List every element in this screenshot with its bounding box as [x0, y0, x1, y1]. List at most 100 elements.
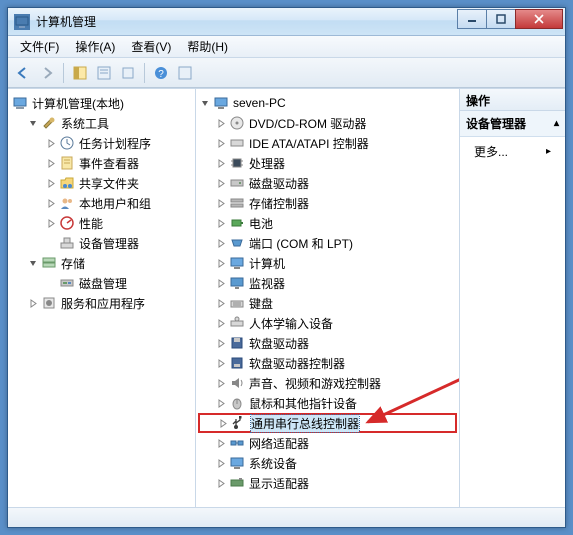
show-hide-button[interactable] [69, 62, 91, 84]
tree-label: 端口 (COM 和 LPT) [249, 235, 353, 252]
tree-event-viewer[interactable]: 事件查看器 [10, 153, 193, 173]
display-adapter-icon [229, 475, 245, 491]
expand-icon[interactable] [216, 218, 227, 229]
tree-label: 本地用户和组 [79, 195, 151, 212]
expand-icon[interactable] [46, 178, 57, 189]
device-ide[interactable]: IDE ATA/ATAPI 控制器 [198, 133, 457, 153]
close-button[interactable] [515, 9, 563, 29]
tree-local-users[interactable]: 本地用户和组 [10, 193, 193, 213]
forward-button[interactable] [36, 62, 58, 84]
event-icon [59, 155, 75, 171]
expand-icon[interactable] [28, 298, 39, 309]
device-sound[interactable]: 声音、视频和游戏控制器 [198, 373, 457, 393]
expand-icon[interactable] [216, 118, 227, 129]
tree-services-apps[interactable]: 服务和应用程序 [10, 293, 193, 313]
expand-icon[interactable] [216, 298, 227, 309]
menu-action[interactable]: 操作(A) [67, 36, 123, 57]
expand-icon[interactable] [216, 238, 227, 249]
tree-label: 软盘驱动器控制器 [249, 355, 345, 372]
actions-more[interactable]: 更多... ▸ [460, 137, 565, 166]
minimize-button[interactable] [457, 9, 487, 29]
menu-view[interactable]: 查看(V) [123, 36, 179, 57]
device-mouse[interactable]: 鼠标和其他指针设备 [198, 393, 457, 413]
device-monitor[interactable]: 监视器 [198, 273, 457, 293]
device-mgr-icon [59, 235, 75, 251]
expand-icon[interactable] [216, 158, 227, 169]
device-disk[interactable]: 磁盘驱动器 [198, 173, 457, 193]
keyboard-icon [229, 295, 245, 311]
monitor-icon [229, 275, 245, 291]
device-system[interactable]: 系统设备 [198, 453, 457, 473]
console-tree[interactable]: 计算机管理(本地) 系统工具 任务计划程序 事件查看器 共享文件夹 [8, 89, 196, 507]
tree-root[interactable]: 计算机管理(本地) [10, 93, 193, 113]
tree-task-scheduler[interactable]: 任务计划程序 [10, 133, 193, 153]
expand-icon[interactable] [216, 378, 227, 389]
menu-help[interactable]: 帮助(H) [179, 36, 236, 57]
expand-icon[interactable] [216, 278, 227, 289]
expand-icon[interactable] [216, 458, 227, 469]
device-ports[interactable]: 端口 (COM 和 LPT) [198, 233, 457, 253]
device-keyboard[interactable]: 键盘 [198, 293, 457, 313]
device-network[interactable]: 网络适配器 [198, 433, 457, 453]
menubar: 文件(F) 操作(A) 查看(V) 帮助(H) [8, 36, 565, 58]
system-icon [229, 455, 245, 471]
tree-performance[interactable]: 性能 [10, 213, 193, 233]
actions-more-label: 更多... [474, 143, 508, 160]
device-root[interactable]: seven-PC [198, 93, 457, 113]
device-floppy[interactable]: 软盘驱动器 [198, 333, 457, 353]
actions-section[interactable]: 设备管理器 ▴ [460, 111, 565, 137]
expand-icon[interactable] [216, 198, 227, 209]
collapse-icon[interactable] [28, 258, 39, 269]
expand-icon[interactable] [216, 138, 227, 149]
refresh-button[interactable] [174, 62, 196, 84]
device-storage-ctrl[interactable]: 存储控制器 [198, 193, 457, 213]
expand-icon[interactable] [216, 438, 227, 449]
expand-icon[interactable] [216, 358, 227, 369]
device-display[interactable]: 显示适配器 [198, 473, 457, 493]
tree-system-tools[interactable]: 系统工具 [10, 113, 193, 133]
tree-disk-management[interactable]: 磁盘管理 [10, 273, 193, 293]
expand-icon[interactable] [216, 178, 227, 189]
collapse-section-icon[interactable]: ▴ [554, 118, 559, 129]
properties-button[interactable] [93, 62, 115, 84]
expand-icon[interactable] [46, 158, 57, 169]
expand-icon[interactable] [218, 418, 229, 429]
device-usb[interactable]: 通用串行总线控制器 [198, 413, 457, 433]
export-button[interactable] [117, 62, 139, 84]
menu-file[interactable]: 文件(F) [12, 36, 67, 57]
help-button[interactable]: ? [150, 62, 172, 84]
tree-device-manager[interactable]: 设备管理器 [10, 233, 193, 253]
expand-icon[interactable] [216, 398, 227, 409]
expand-icon[interactable] [46, 218, 57, 229]
device-battery[interactable]: 电池 [198, 213, 457, 233]
device-dvd[interactable]: DVD/CD-ROM 驱动器 [198, 113, 457, 133]
expand-icon[interactable] [216, 258, 227, 269]
expand-icon[interactable] [216, 338, 227, 349]
submenu-arrow-icon: ▸ [546, 146, 551, 157]
device-computer[interactable]: 计算机 [198, 253, 457, 273]
device-hid[interactable]: 人体学输入设备 [198, 313, 457, 333]
tree-label: 计算机管理(本地) [32, 95, 124, 112]
tree-storage[interactable]: 存储 [10, 253, 193, 273]
expand-icon[interactable] [46, 138, 57, 149]
hid-icon [229, 315, 245, 331]
expand-icon[interactable] [46, 198, 57, 209]
collapse-icon[interactable] [28, 118, 39, 129]
performance-icon [59, 215, 75, 231]
tools-icon [41, 115, 57, 131]
tree-label: 系统工具 [61, 115, 109, 132]
back-button[interactable] [12, 62, 34, 84]
expand-icon[interactable] [216, 478, 227, 489]
app-icon [14, 14, 30, 30]
tree-label: 性能 [79, 215, 103, 232]
device-floppy-ctrl[interactable]: 软盘驱动器控制器 [198, 353, 457, 373]
expand-icon[interactable] [216, 318, 227, 329]
collapse-icon[interactable] [200, 98, 211, 109]
device-cpu[interactable]: 处理器 [198, 153, 457, 173]
titlebar[interactable]: 计算机管理 [8, 8, 565, 36]
maximize-button[interactable] [486, 9, 516, 29]
device-tree[interactable]: seven-PC DVD/CD-ROM 驱动器 IDE ATA/ATAPI 控制… [196, 89, 460, 507]
actions-header: 操作 [460, 89, 565, 111]
separator-icon [144, 63, 145, 83]
tree-shared-folders[interactable]: 共享文件夹 [10, 173, 193, 193]
